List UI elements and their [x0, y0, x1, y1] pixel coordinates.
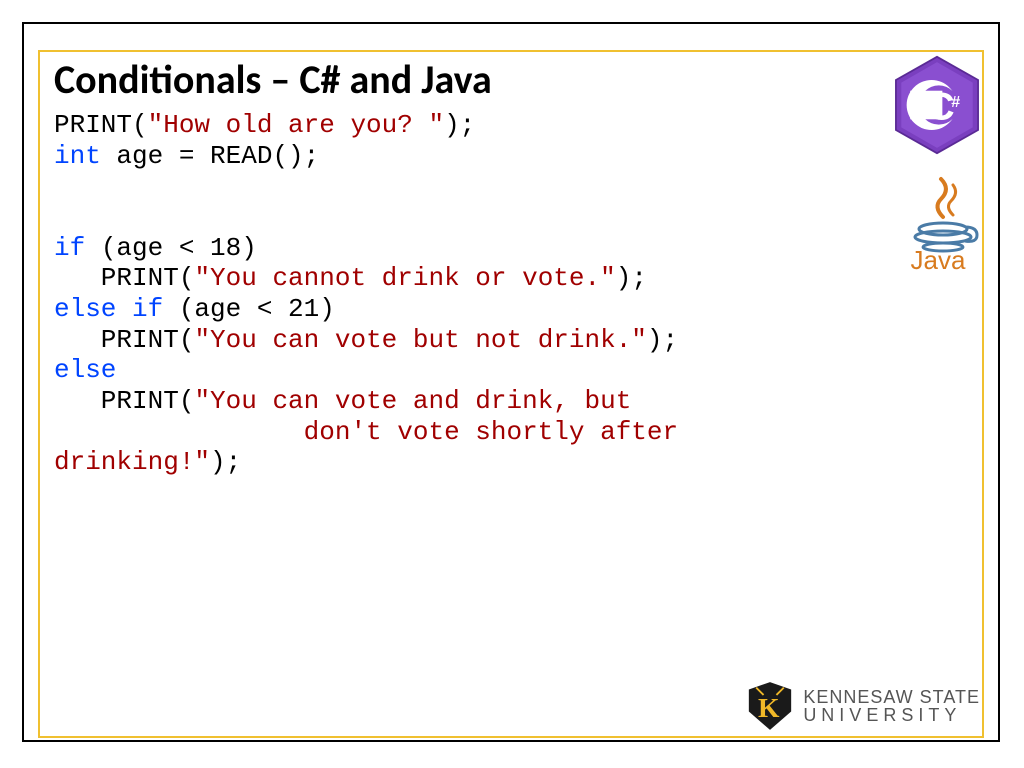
svg-text:C: C [926, 84, 954, 128]
code-text: ); [210, 447, 241, 477]
code-text: PRINT( [54, 110, 148, 140]
slide-content: Conditionals – C# and Java PRINT("How ol… [54, 55, 984, 478]
ksu-line2: UNIVERSITY [803, 706, 980, 724]
code-string: drinking!" [54, 447, 210, 477]
slide-title: Conditionals – C# and Java [54, 55, 984, 104]
csharp-logo-icon: C # [892, 55, 982, 155]
code-text: (age < 21) [163, 294, 335, 324]
code-block: PRINT("How old are you? "); int age = RE… [54, 110, 984, 478]
code-text: age = READ(); [101, 141, 319, 171]
code-string: "You cannot drink or vote." [194, 263, 615, 293]
code-text: ); [647, 325, 678, 355]
code-text: ); [444, 110, 475, 140]
code-text: ); [616, 263, 647, 293]
code-keyword: else if [54, 294, 163, 324]
svg-text:#: # [951, 93, 960, 111]
code-text: PRINT( [54, 325, 194, 355]
code-string: "How old are you? " [148, 110, 444, 140]
code-text: (age < 18) [85, 233, 257, 263]
ksu-line1: KENNESAW STATE [803, 688, 980, 706]
svg-text:K: K [758, 692, 780, 723]
ksu-shield-icon: K [747, 680, 793, 732]
ksu-text: KENNESAW STATE UNIVERSITY [803, 688, 980, 724]
code-keyword: int [54, 141, 101, 171]
code-keyword: else [54, 355, 116, 385]
code-text: PRINT( [54, 263, 194, 293]
code-keyword: if [54, 233, 85, 263]
code-string: "You can vote but not drink." [194, 325, 646, 355]
code-string: "You can vote and drink, but [194, 386, 631, 416]
kennesaw-state-logo: K KENNESAW STATE UNIVERSITY [747, 680, 980, 732]
java-logo-icon: Java [890, 175, 986, 276]
code-string: don't vote shortly after [54, 417, 694, 447]
code-text: PRINT( [54, 386, 194, 416]
